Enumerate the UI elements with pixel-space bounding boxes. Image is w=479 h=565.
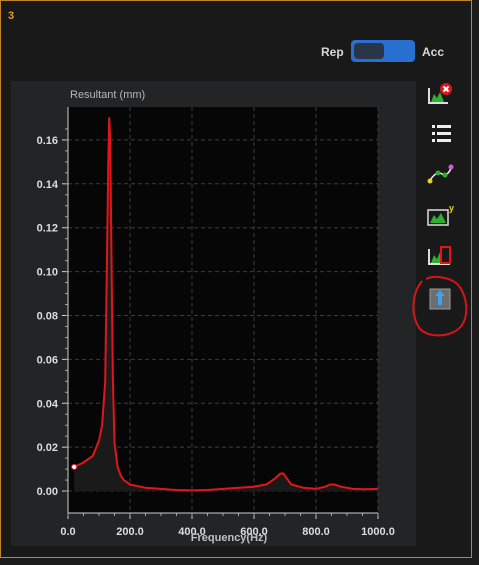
y-tick-label: 0.12 bbox=[37, 223, 58, 235]
y-tick-label: 0.14 bbox=[37, 179, 59, 191]
x-tick-label: 1000.0 bbox=[361, 526, 395, 538]
svg-text:y: y bbox=[449, 203, 454, 213]
rep-label: Rep bbox=[321, 45, 344, 59]
export-upload-icon[interactable] bbox=[424, 283, 456, 311]
x-axis-label: Frequency(Hz) bbox=[191, 532, 268, 544]
y-tick-label: 0.08 bbox=[37, 310, 58, 322]
y-tick-label: 0.10 bbox=[37, 267, 58, 279]
graph-panel: 3 Rep Acc 0.00 0.02 0.04 0.06 0.08 0.10 0.12 0.… bbox=[0, 0, 472, 558]
acc-label: Acc bbox=[422, 45, 445, 59]
y-tick-label: 0.06 bbox=[37, 354, 58, 366]
resultant-chart[interactable]: 0.00 0.02 0.04 0.06 0.08 0.10 0.12 0.14 0.16 0.0 2… bbox=[11, 81, 416, 546]
rep-acc-toggle-switch[interactable] bbox=[351, 40, 415, 62]
select-region-icon[interactable] bbox=[424, 241, 456, 269]
curve-fit-icon[interactable] bbox=[424, 160, 456, 188]
x-tick-label: 200.0 bbox=[116, 526, 144, 538]
y-tick-label: 0.02 bbox=[37, 442, 58, 454]
panel-number: 3 bbox=[8, 10, 15, 22]
y-tick-label: 0.16 bbox=[37, 135, 58, 147]
data-point-marker[interactable] bbox=[71, 463, 78, 471]
list-icon[interactable] bbox=[424, 120, 456, 148]
clear-plot-icon[interactable] bbox=[424, 80, 456, 108]
y-tick-label: 0.04 bbox=[37, 398, 59, 410]
chart-title: Resultant (mm) bbox=[70, 89, 145, 101]
x-tick-label: 800.0 bbox=[302, 526, 330, 538]
y-tick-label: 0.00 bbox=[37, 486, 58, 498]
y-axis-scale-icon[interactable]: y bbox=[424, 201, 456, 229]
chart-svg[interactable]: 0.00 0.02 0.04 0.06 0.08 0.10 0.12 0.14 0.16 0.0 2… bbox=[11, 81, 416, 546]
toggle-knob[interactable] bbox=[354, 43, 384, 59]
x-tick-label: 0.0 bbox=[60, 526, 75, 538]
